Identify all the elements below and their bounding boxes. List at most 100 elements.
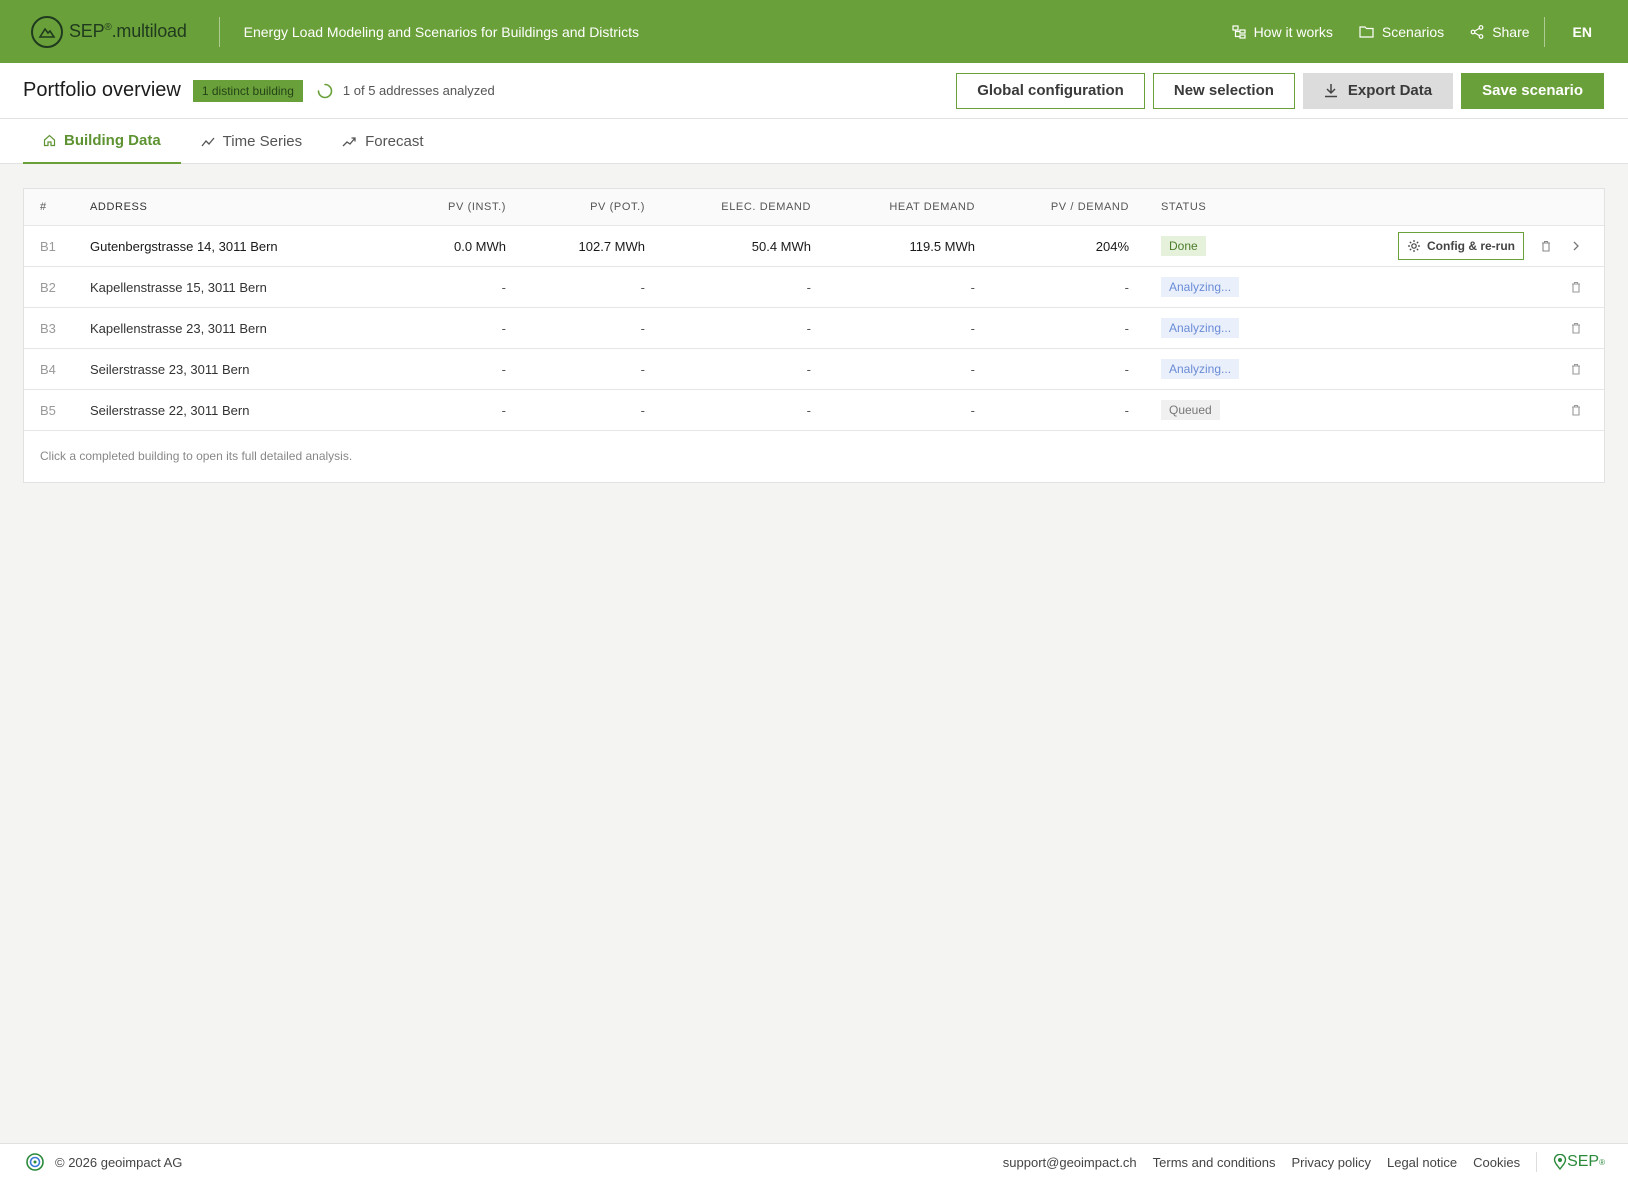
share-icon <box>1470 24 1484 39</box>
column-header-status: STATUS <box>1161 201 1207 213</box>
pv-demand-ratio-value: - <box>1124 361 1129 377</box>
logo-mountain-icon <box>31 15 63 48</box>
column-header-heat-demand: HEAT DEMAND <box>889 201 975 213</box>
page-title: Portfolio overview <box>23 79 181 101</box>
privacy-policy-link[interactable]: Privacy policy <box>1292 1155 1371 1170</box>
tab-building-data[interactable]: Building Data <box>23 119 181 164</box>
elec-demand-value: - <box>806 402 811 418</box>
home-icon <box>43 134 56 147</box>
pv-potential-value: - <box>640 320 645 336</box>
trend-up-icon <box>342 136 356 146</box>
row-actions <box>1289 361 1604 377</box>
pv-demand-ratio-value: - <box>1124 402 1129 418</box>
column-header-number: # <box>40 201 47 213</box>
top-bar: SEP®.multiload Energy Load Modeling and … <box>0 0 1628 63</box>
building-id: B3 <box>40 320 56 336</box>
chevron-right-icon[interactable] <box>1568 238 1584 254</box>
nav-label: Scenarios <box>1381 23 1445 40</box>
export-data-button[interactable]: Export Data <box>1302 72 1454 109</box>
status-cell: Analyzing... <box>1129 277 1289 297</box>
heat-demand-value: - <box>970 320 975 336</box>
save-scenario-button[interactable]: Save scenario <box>1461 72 1604 109</box>
status-cell: Analyzing... <box>1129 359 1289 379</box>
building-id: B1 <box>40 238 56 254</box>
pv-demand-ratio-value: - <box>1124 320 1129 336</box>
top-divider <box>218 16 220 47</box>
building-id: B4 <box>40 361 56 377</box>
pv-demand-ratio-value: - <box>1124 279 1129 295</box>
table-row[interactable]: B4 Seilerstrasse 23, 3011 Bern - - - - -… <box>24 349 1604 390</box>
pv-installed-value: - <box>501 361 506 377</box>
status-badge: Analyzing... <box>1161 318 1240 338</box>
table-row[interactable]: B2 Kapellenstrasse 15, 3011 Bern - - - -… <box>24 267 1604 308</box>
status-badge: Analyzing... <box>1161 277 1240 297</box>
sep-logo-reg: ® <box>1599 1157 1605 1167</box>
heat-demand-value: - <box>970 361 975 377</box>
row-actions <box>1289 402 1604 418</box>
page-header: Portfolio overview 1 distinct building 1… <box>0 63 1628 119</box>
table-row[interactable]: B1 Gutenbergstrasse 14, 3011 Bern 0.0 MW… <box>24 226 1604 267</box>
column-header-pv-potential: PV (POT.) <box>590 201 645 213</box>
delete-icon[interactable] <box>1568 402 1584 418</box>
app-logo[interactable]: SEP®.multiload <box>31 0 187 63</box>
delete-icon[interactable] <box>1568 361 1584 377</box>
copyright-text: © 2026 geoimpact AG <box>55 1154 183 1170</box>
config-rerun-label: Config & re-run <box>1427 239 1515 253</box>
status-badge: Done <box>1161 236 1206 256</box>
elec-demand-value: - <box>806 361 811 377</box>
tab-forecast[interactable]: Forecast <box>322 119 443 164</box>
view-tabs: Building Data Time Series Forecast <box>0 119 1628 164</box>
table-row[interactable]: B3 Kapellenstrasse 23, 3011 Bern - - - -… <box>24 308 1604 349</box>
status-cell: Analyzing... <box>1129 318 1289 338</box>
elec-demand-value: - <box>806 320 811 336</box>
nav-divider <box>1543 16 1545 47</box>
row-actions <box>1289 320 1604 336</box>
geoimpact-logo-icon <box>26 1153 44 1171</box>
cookies-link[interactable]: Cookies <box>1473 1155 1520 1170</box>
support-email-link[interactable]: support@geoimpact.ch <box>1003 1155 1137 1170</box>
analysis-progress-text: 1 of 5 addresses analyzed <box>342 83 495 98</box>
nav-how-it-works[interactable]: How it works <box>1231 23 1333 40</box>
folder-icon <box>1359 26 1374 38</box>
pv-installed-value: - <box>501 402 506 418</box>
building-id: B5 <box>40 402 56 418</box>
terms-link[interactable]: Terms and conditions <box>1153 1155 1276 1170</box>
delete-icon[interactable] <box>1568 279 1584 295</box>
nav-scenarios[interactable]: Scenarios <box>1359 24 1444 40</box>
pv-potential-value: - <box>640 402 645 418</box>
tab-label: Time Series <box>222 133 303 150</box>
footer-links: support@geoimpact.ch Terms and condition… <box>987 1152 1628 1172</box>
location-pin-icon <box>1553 1154 1567 1170</box>
table-header-row: # ADDRESS PV (INST.) PV (POT.) ELEC. DEM… <box>24 189 1604 226</box>
language-switch[interactable]: EN <box>1573 24 1592 40</box>
column-header-address: ADDRESS <box>90 201 148 213</box>
gear-icon <box>1408 240 1420 252</box>
header-actions: Global configuration New selection Expor… <box>948 72 1604 109</box>
building-address: Gutenbergstrasse 14, 3011 Bern <box>90 238 278 254</box>
sep-logo-text: SEP <box>1567 1153 1600 1170</box>
new-selection-button[interactable]: New selection <box>1152 72 1295 109</box>
building-address: Seilerstrasse 22, 3011 Bern <box>90 402 250 418</box>
pv-installed-value: - <box>501 320 506 336</box>
heat-demand-value: 119.5 MWh <box>909 238 975 254</box>
global-configuration-button[interactable]: Global configuration <box>956 72 1145 109</box>
sep-logo[interactable]: SEP ® <box>1553 1153 1605 1171</box>
delete-icon[interactable] <box>1538 238 1554 254</box>
delete-icon[interactable] <box>1568 320 1584 336</box>
tab-time-series[interactable]: Time Series <box>181 119 322 164</box>
table-row[interactable]: B5 Seilerstrasse 22, 3011 Bern - - - - -… <box>24 390 1604 431</box>
building-address: Kapellenstrasse 23, 3011 Bern <box>90 320 267 336</box>
page-footer: © 2026 geoimpact AG support@geoimpact.ch… <box>0 1143 1628 1180</box>
status-cell: Queued <box>1129 400 1289 420</box>
config-rerun-button[interactable]: Config & re-run <box>1398 232 1524 260</box>
export-label: Export Data <box>1347 82 1433 99</box>
tab-label: Building Data <box>64 132 161 149</box>
nav-share[interactable]: Share <box>1470 24 1530 40</box>
status-cell: Done <box>1129 236 1289 256</box>
table-hint: Click a completed building to open its f… <box>40 449 353 463</box>
legal-notice-link[interactable]: Legal notice <box>1387 1155 1457 1170</box>
pv-potential-value: - <box>640 279 645 295</box>
nav-label: How it works <box>1253 23 1333 40</box>
sitemap-icon <box>1231 24 1246 39</box>
status-badge: Analyzing... <box>1161 359 1240 379</box>
